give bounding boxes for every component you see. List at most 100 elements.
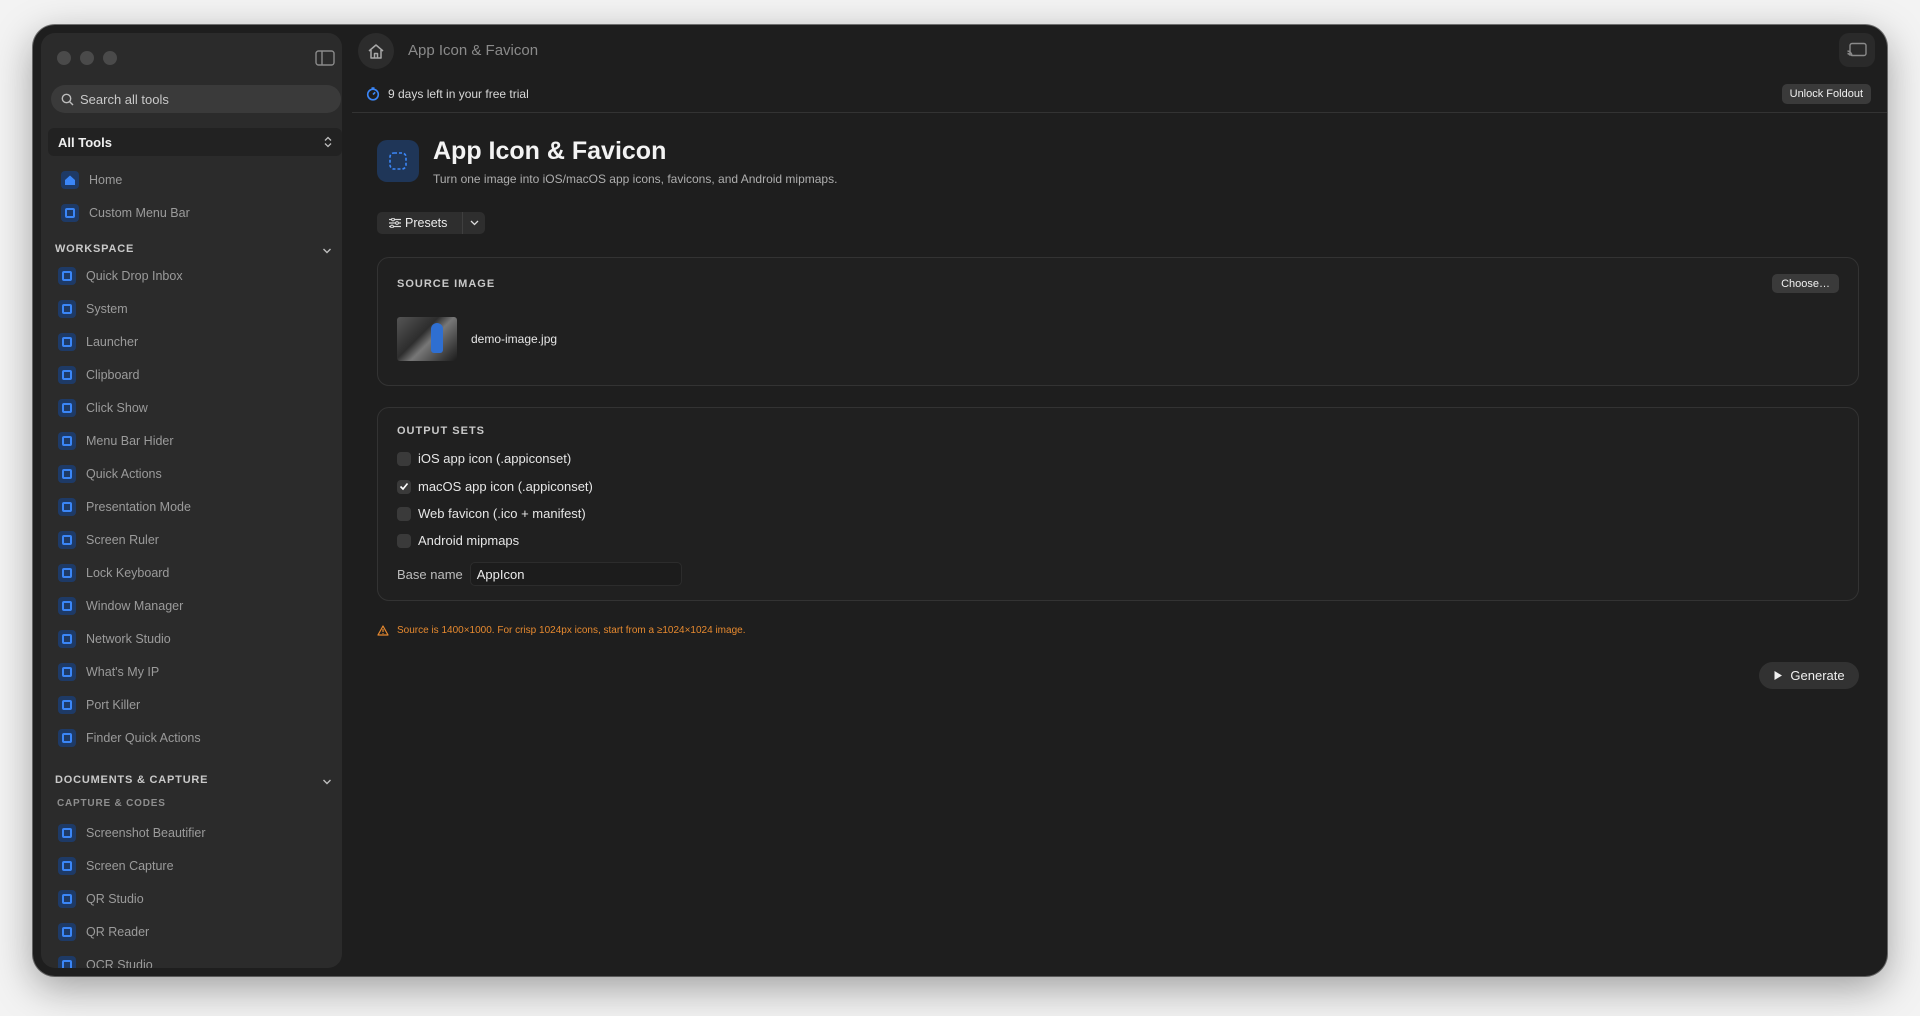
sidebar-toggle-icon[interactable] <box>315 50 335 66</box>
sidebar-item-network-studio[interactable]: Network Studio <box>41 622 342 655</box>
sidebar-item-ocr-studio[interactable]: OCR Studio <box>41 948 342 968</box>
sidebar-item-quick-actions[interactable]: Quick Actions <box>41 457 342 490</box>
app-icon-tool-icon <box>377 140 419 182</box>
sidebar-item-clipboard[interactable]: Clipboard <box>41 358 342 391</box>
page-title: App Icon & Favicon <box>433 137 667 165</box>
sidebar-item-lock-keyboard[interactable]: Lock Keyboard <box>41 556 342 589</box>
macos-app-icon-checkbox[interactable]: macOS app icon (.appiconset) <box>397 479 593 494</box>
sidebar-item-label: Clipboard <box>86 367 140 382</box>
sidebar-item-qr-studio[interactable]: QR Studio <box>41 882 342 915</box>
close-window-button[interactable] <box>57 51 71 65</box>
checkbox-box-checked[interactable] <box>397 479 411 494</box>
cast-button[interactable] <box>1839 33 1875 67</box>
source-image-panel: SOURCE IMAGE Choose… demo-image.jpg <box>377 257 1859 386</box>
generate-button[interactable]: Generate <box>1759 662 1859 689</box>
resolution-warning: Source is 1400×1000. For crisp 1024px ic… <box>377 625 745 636</box>
sidebar-item-quick-drop-inbox[interactable]: Quick Drop Inbox <box>41 259 342 292</box>
checkbox-label: iOS app icon (.appiconset) <box>418 451 572 466</box>
qr-reader-icon <box>58 922 76 941</box>
sidebar-item-label: Menu Bar Hider <box>86 433 174 448</box>
home-button[interactable] <box>358 33 394 69</box>
android-mipmaps-checkbox[interactable]: Android mipmaps <box>397 533 519 548</box>
sidebar-item-click-show[interactable]: Click Show <box>41 391 342 424</box>
base-name-row: Base name AppIcon <box>397 562 682 586</box>
sidebar-item-launcher[interactable]: Launcher <box>41 325 342 358</box>
sidebar-item-label: System <box>86 301 128 316</box>
finder-icon <box>58 728 76 747</box>
section-documents-capture[interactable]: DOCUMENTS & CAPTURE <box>41 754 342 790</box>
sidebar-item-label: Home <box>89 172 123 187</box>
output-sets-panel: OUTPUT SETS iOS app icon (.appiconset) m… <box>377 407 1859 601</box>
home-icon <box>368 43 384 59</box>
sidebar-item-label: Quick Drop Inbox <box>86 268 183 283</box>
checkbox-box[interactable] <box>397 451 411 466</box>
choose-button[interactable]: Choose… <box>1772 274 1839 293</box>
checkbox-box[interactable] <box>397 533 411 548</box>
timer-icon <box>366 87 380 101</box>
section-workspace[interactable]: WORKSPACE <box>41 229 342 259</box>
presets-menu[interactable]: Presets <box>377 212 485 234</box>
presets-label: Presets <box>405 216 448 230</box>
tool-category-value: All Tools <box>58 134 112 150</box>
sidebar-item-label: QR Reader <box>86 924 150 939</box>
section-title: WORKSPACE <box>55 243 135 255</box>
web-favicon-checkbox[interactable]: Web favicon (.ico + manifest) <box>397 506 586 521</box>
chevron-down-icon <box>323 779 331 785</box>
base-name-input[interactable]: AppIcon <box>469 562 682 586</box>
sidebar-item-finder-quick-actions[interactable]: Finder Quick Actions <box>41 721 342 754</box>
sidebar-item-screen-ruler[interactable]: Screen Ruler <box>41 523 342 556</box>
qr-icon <box>58 889 76 908</box>
minimize-window-button[interactable] <box>80 51 94 65</box>
zoom-window-button[interactable] <box>103 51 117 65</box>
sidebar-item-whats-my-ip[interactable]: What's My IP <box>41 655 342 688</box>
sidebar-item-port-killer[interactable]: Port Killer <box>41 688 342 721</box>
sidebar-item-screen-capture[interactable]: Screen Capture <box>41 849 342 882</box>
lock-icon <box>58 563 76 582</box>
home-icon <box>61 170 79 189</box>
presets-button[interactable]: Presets <box>377 216 462 230</box>
sidebar-item-menu-bar-hider[interactable]: Menu Bar Hider <box>41 424 342 457</box>
sidebar-item-home[interactable]: Home <box>41 163 342 196</box>
sidebar-item-label: Window Manager <box>86 598 184 613</box>
sidebar-item-system[interactable]: System <box>41 292 342 325</box>
sidebar-item-label: Port Killer <box>86 697 141 712</box>
chevron-down-icon <box>323 248 331 254</box>
sidebar-item-label: Screen Capture <box>86 858 174 873</box>
checkbox-label: Web favicon (.ico + manifest) <box>418 506 586 521</box>
sidebar-item-qr-reader[interactable]: QR Reader <box>41 915 342 948</box>
trial-text: 9 days left in your free trial <box>388 87 529 101</box>
presentation-icon <box>58 497 76 516</box>
sidebar-item-screenshot-beautifier[interactable]: Screenshot Beautifier <box>41 816 342 849</box>
tool-category-select[interactable]: All Tools <box>48 128 342 156</box>
sidebar-item-label: Lock Keyboard <box>86 565 170 580</box>
checkmark-icon <box>399 482 409 491</box>
unlock-button[interactable]: Unlock Foldout <box>1781 84 1871 104</box>
warning-icon <box>377 625 389 636</box>
checkbox-box[interactable] <box>397 506 411 521</box>
search-placeholder: Search all tools <box>80 91 169 107</box>
screenshot-icon <box>58 823 76 842</box>
sidebar-item-custom-menu-bar[interactable]: Custom Menu Bar <box>41 196 342 229</box>
ios-app-icon-checkbox[interactable]: iOS app icon (.appiconset) <box>397 451 571 466</box>
sidebar-item-label: Screen Ruler <box>86 532 159 547</box>
capture-icon <box>58 856 76 875</box>
click-icon <box>58 398 76 417</box>
app-window: Search all tools All Tools Home Custom M… <box>33 25 1887 976</box>
globe-icon <box>58 662 76 681</box>
search-input[interactable]: Search all tools <box>51 85 341 113</box>
menubar-icon <box>61 203 79 222</box>
presets-dropdown[interactable] <box>462 212 485 234</box>
sliders-icon <box>389 218 401 228</box>
sidebar-item-label: Presentation Mode <box>86 499 191 514</box>
source-filename: demo-image.jpg <box>471 332 558 346</box>
source-image-label: SOURCE IMAGE <box>397 278 496 290</box>
sidebar-item-window-manager[interactable]: Window Manager <box>41 589 342 622</box>
header-divider <box>352 112 1887 113</box>
sidebar-item-presentation-mode[interactable]: Presentation Mode <box>41 490 342 523</box>
sidebar: Search all tools All Tools Home Custom M… <box>41 33 342 968</box>
sidebar-item-label: Custom Menu Bar <box>89 205 190 220</box>
sidebar-item-label: Launcher <box>86 334 139 349</box>
sidebar-item-label: Network Studio <box>86 631 171 646</box>
port-killer-icon <box>58 695 76 714</box>
sidebar-item-label: Click Show <box>86 400 148 415</box>
